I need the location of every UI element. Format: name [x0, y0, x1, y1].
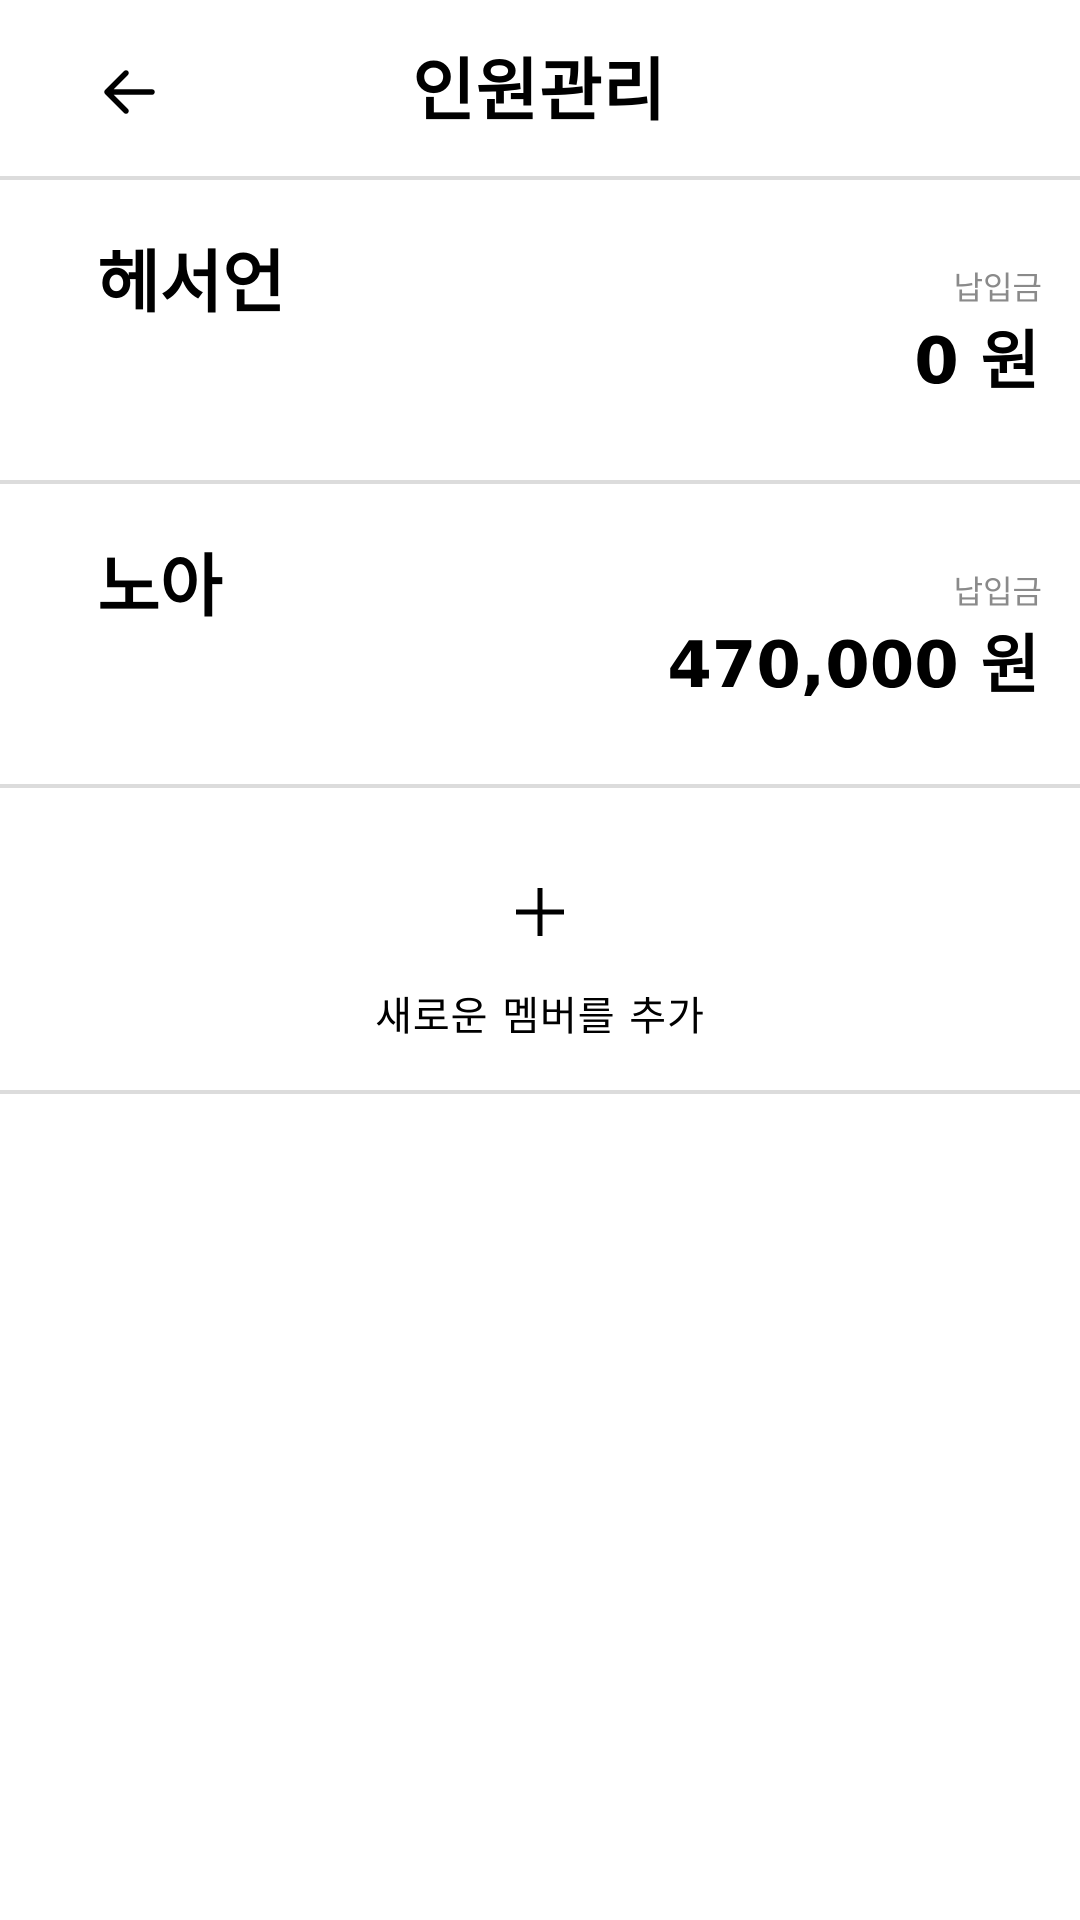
- payment-label: 납입금: [953, 573, 1042, 611]
- member-row[interactable]: 노아 납입금 470,000 원: [0, 484, 1080, 788]
- payment-label: 납입금: [953, 269, 1042, 307]
- add-member-button[interactable]: 새로운 멤버를 추가: [0, 788, 1080, 1094]
- payment-amount: 470,000 원: [667, 629, 1040, 703]
- member-row[interactable]: 헤서언 납입금 0 원: [0, 180, 1080, 484]
- add-member-label: 새로운 멤버를 추가: [375, 994, 705, 1040]
- payment-amount: 0 원: [914, 325, 1040, 399]
- member-management-screen: 인원관리 헤서언 납입금 0 원 노아 납입금 470,000 원 새로운 멤버…: [0, 0, 1080, 1920]
- plus-icon: [516, 888, 564, 936]
- member-name: 노아: [98, 548, 224, 627]
- member-name: 헤서언: [98, 244, 286, 323]
- app-header: 인원관리: [0, 0, 1080, 180]
- page-title: 인원관리: [412, 52, 668, 131]
